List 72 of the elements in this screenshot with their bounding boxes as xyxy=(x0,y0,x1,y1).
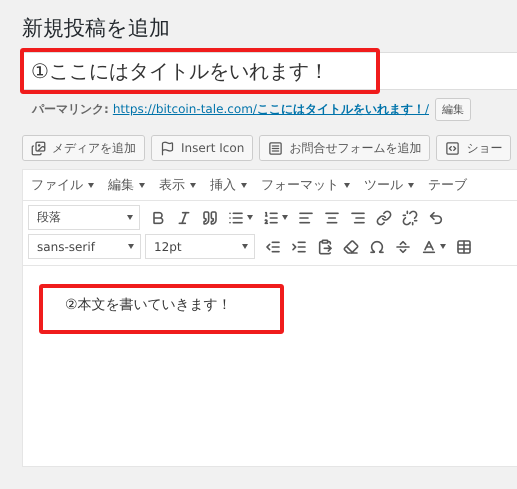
menu-item[interactable]: 編集 xyxy=(108,176,145,194)
font-select[interactable]: sans-serif xyxy=(28,234,141,259)
permalink-label: パーマリンク: xyxy=(32,101,109,118)
align-center-button[interactable] xyxy=(324,210,340,226)
menu-item[interactable]: 挿入 xyxy=(210,176,247,194)
undo-icon xyxy=(428,210,444,226)
menu-item[interactable]: ファイル xyxy=(31,176,94,194)
numbered-list-icon xyxy=(263,210,279,226)
edit-button[interactable]: 編集 xyxy=(435,98,471,121)
text-color-icon xyxy=(421,238,437,254)
table-button[interactable] xyxy=(456,238,472,254)
align-left-icon xyxy=(298,210,314,226)
align-center-icon xyxy=(324,210,340,226)
bold-button[interactable] xyxy=(150,210,166,226)
unlink-icon xyxy=(402,210,418,226)
menu-item[interactable]: テーブ xyxy=(428,176,467,194)
indent-icon xyxy=(291,238,307,254)
format-select[interactable]: 段落 xyxy=(28,205,140,230)
align-left-button[interactable] xyxy=(298,210,314,226)
undo-button[interactable] xyxy=(428,210,444,226)
caret-icon xyxy=(440,244,446,249)
align-right-button[interactable] xyxy=(350,210,366,226)
link-icon xyxy=(376,210,392,226)
media-toolbar-button[interactable]: ショー xyxy=(436,135,512,161)
caret-icon xyxy=(242,244,248,249)
text-color-button[interactable] xyxy=(421,238,446,254)
outdent-button[interactable] xyxy=(265,238,281,254)
quote-icon xyxy=(202,210,218,226)
eraser-button[interactable] xyxy=(343,238,359,254)
menu-item[interactable]: 表示 xyxy=(159,176,196,194)
table-icon xyxy=(456,238,472,254)
horizontal-line-icon xyxy=(395,238,411,254)
caret-icon xyxy=(190,182,196,188)
eraser-icon xyxy=(343,238,359,254)
caret-icon xyxy=(247,215,253,220)
link-button[interactable] xyxy=(376,210,392,226)
caret-icon xyxy=(88,182,94,188)
menu-item[interactable]: フォーマット xyxy=(261,176,350,194)
form-icon xyxy=(268,140,284,156)
menu-item[interactable]: ツール xyxy=(364,176,414,194)
quote-button[interactable] xyxy=(202,210,218,226)
media-toolbar-button[interactable]: Insert Icon xyxy=(151,135,254,161)
omega-icon xyxy=(369,238,385,254)
media-toolbar-button[interactable]: メディアを追加 xyxy=(22,135,145,161)
bold-icon xyxy=(150,210,166,226)
align-right-icon xyxy=(350,210,366,226)
page-title: 新規投稿を追加 xyxy=(22,15,171,42)
outdent-icon xyxy=(265,238,281,254)
caret-icon xyxy=(344,182,350,188)
flag-icon xyxy=(160,140,175,156)
caret-icon xyxy=(127,215,133,220)
caret-icon xyxy=(241,182,247,188)
media-toolbar-button[interactable]: お問合せフォームを追加 xyxy=(259,135,430,161)
omega-button[interactable] xyxy=(369,238,385,254)
brackets-icon xyxy=(445,140,460,156)
paste-icon xyxy=(317,238,333,254)
horizontal-line-button[interactable] xyxy=(395,238,411,254)
body-text: ②本文を書いていきます！ xyxy=(65,296,232,314)
bullet-list-button[interactable] xyxy=(228,210,253,226)
caret-icon xyxy=(139,182,145,188)
numbered-list-button[interactable] xyxy=(263,210,288,226)
paste-button[interactable] xyxy=(317,238,333,254)
media-icon xyxy=(31,140,46,156)
indent-button[interactable] xyxy=(291,238,307,254)
italic-icon xyxy=(176,210,192,226)
italic-button[interactable] xyxy=(176,210,192,226)
bullet-list-icon xyxy=(228,210,244,226)
size-select[interactable]: 12pt xyxy=(145,234,255,259)
caret-icon xyxy=(128,244,134,249)
caret-icon xyxy=(408,182,414,188)
unlink-button[interactable] xyxy=(402,210,418,226)
caret-icon xyxy=(282,215,288,220)
